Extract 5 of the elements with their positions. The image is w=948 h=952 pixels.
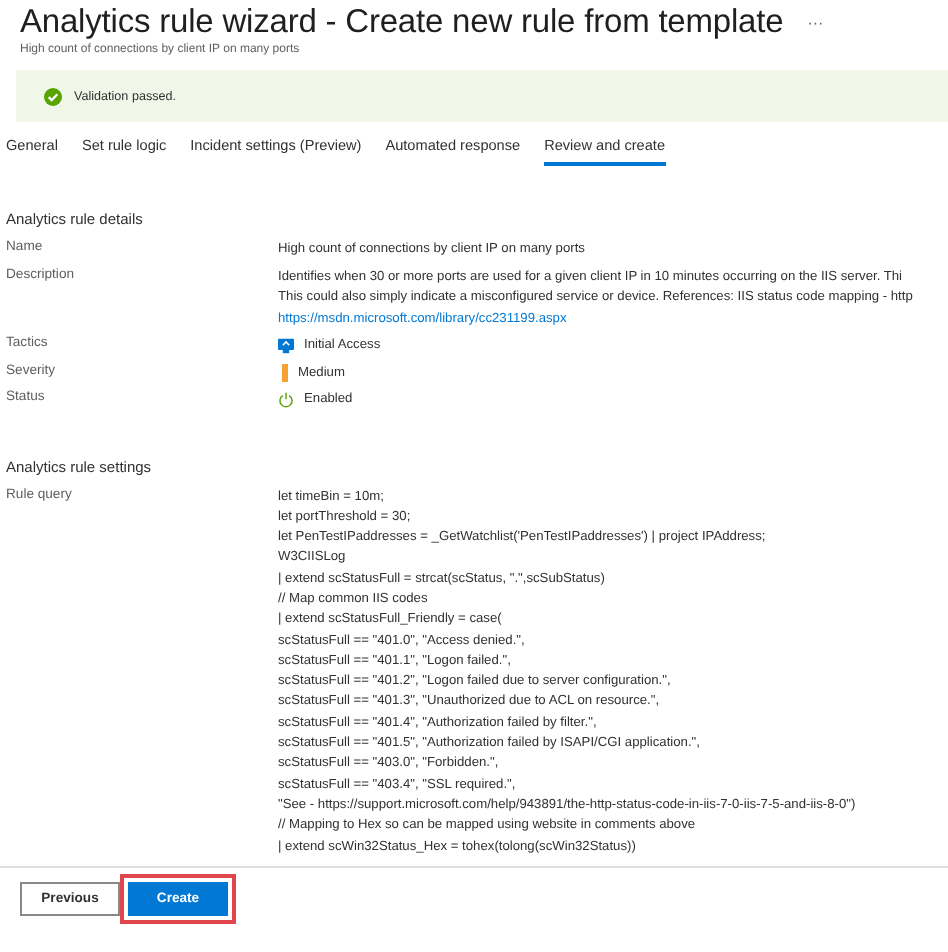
page-title: Analytics rule wizard - Create new rule from template [20, 4, 784, 42]
check-circle-icon [44, 87, 62, 105]
monitor-icon [278, 338, 294, 354]
more-menu[interactable]: ··· [807, 14, 824, 32]
power-icon [278, 392, 294, 408]
